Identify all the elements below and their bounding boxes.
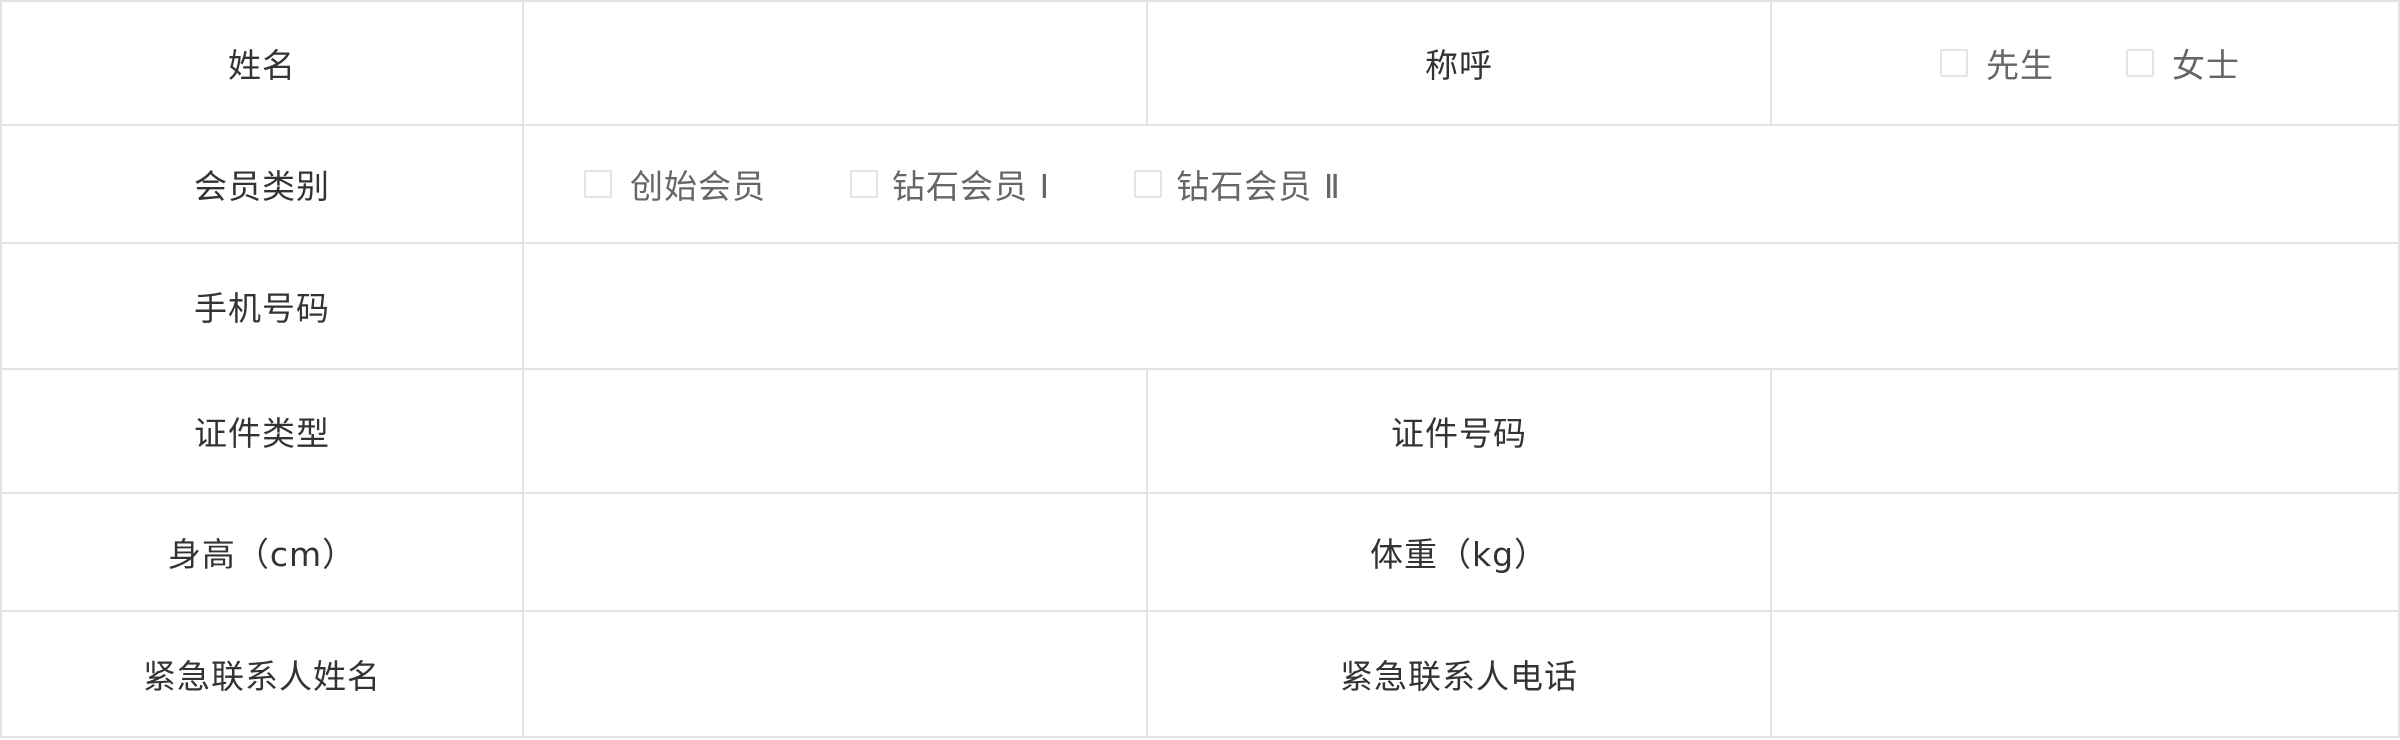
emergency-name-label: 紧急联系人姓名 [0, 612, 524, 738]
member-type-label-text: 会员类别 [194, 167, 330, 206]
weight-field-cell [1772, 494, 2400, 612]
form-row-name: 姓名 称呼 先生 女士 [0, 0, 2400, 126]
emergency-phone-label-text: 紧急联系人电话 [1340, 657, 1578, 696]
name-label: 姓名 [0, 0, 524, 126]
id-type-label-text: 证件类型 [194, 414, 330, 453]
weight-input[interactable] [1772, 494, 2398, 610]
checkbox-mr[interactable] [1940, 49, 1968, 77]
height-input[interactable] [524, 494, 1146, 610]
member-option-diamond-1[interactable]: 钻石会员 Ⅰ [850, 160, 1050, 208]
emergency-name-label-text: 紧急联系人姓名 [143, 657, 381, 696]
title-label-text: 称呼 [1425, 46, 1493, 85]
phone-input[interactable] [524, 244, 2398, 368]
title-options-cell: 先生 女士 [1772, 0, 2400, 126]
form-row-member-type: 会员类别 创始会员 钻石会员 Ⅰ 钻石会员 Ⅱ [0, 126, 2400, 244]
emergency-phone-input[interactable] [1772, 612, 2398, 736]
member-type-label: 会员类别 [0, 126, 524, 244]
member-option-founding[interactable]: 创始会员 [584, 160, 766, 208]
weight-label: 体重（kg） [1148, 494, 1772, 612]
height-label: 身高（cm） [0, 494, 524, 612]
option-label-diamond-2: 钻石会员 Ⅱ [1176, 167, 1341, 206]
id-number-label-text: 证件号码 [1391, 414, 1527, 453]
emergency-name-input[interactable] [524, 612, 1146, 736]
name-label-text: 姓名 [228, 46, 296, 85]
member-type-checkbox-group: 创始会员 钻石会员 Ⅰ 钻石会员 Ⅱ [584, 160, 1341, 208]
checkbox-diamond-member-2[interactable] [1134, 170, 1163, 198]
height-field-cell [524, 494, 1148, 612]
name-field-cell [524, 0, 1148, 126]
checkbox-diamond-member-1[interactable] [850, 170, 878, 198]
title-label: 称呼 [1148, 0, 1772, 126]
title-option-ms[interactable]: 女士 [2126, 39, 2240, 87]
option-label-mr: 先生 [1986, 46, 2054, 85]
id-type-label: 证件类型 [0, 370, 524, 494]
member-registration-form: 姓名 称呼 先生 女士 会员类别 创始会员 钻石会员 Ⅰ 钻石会员 Ⅱ 手机号码… [0, 0, 2400, 740]
option-label-diamond-1: 钻石会员 Ⅰ [892, 167, 1051, 206]
emergency-name-field-cell [524, 612, 1148, 738]
form-row-emergency: 紧急联系人姓名 紧急联系人电话 [0, 612, 2400, 738]
height-label-text: 身高（cm） [167, 535, 357, 574]
weight-label-text: 体重（kg） [1369, 535, 1549, 574]
title-option-mr[interactable]: 先生 [1940, 39, 2054, 87]
id-type-input[interactable] [524, 370, 1146, 492]
id-number-label: 证件号码 [1148, 370, 1772, 494]
title-checkbox-group: 先生 女士 [1940, 39, 2240, 87]
emergency-phone-field-cell [1772, 612, 2400, 738]
checkbox-founding-member[interactable] [584, 170, 612, 198]
phone-label-text: 手机号码 [194, 289, 330, 328]
option-label-founding: 创始会员 [630, 167, 766, 206]
phone-label: 手机号码 [0, 244, 524, 370]
name-input[interactable] [524, 2, 1146, 124]
id-type-field-cell [524, 370, 1148, 494]
option-label-ms: 女士 [2172, 46, 2240, 85]
form-row-phone: 手机号码 [0, 244, 2400, 370]
id-number-field-cell [1772, 370, 2400, 494]
form-row-body: 身高（cm） 体重（kg） [0, 494, 2400, 612]
phone-field-cell [524, 244, 2400, 370]
id-number-input[interactable] [1772, 370, 2398, 492]
member-type-options-cell: 创始会员 钻石会员 Ⅰ 钻石会员 Ⅱ [524, 126, 2400, 244]
emergency-phone-label: 紧急联系人电话 [1148, 612, 1772, 738]
member-option-diamond-2[interactable]: 钻石会员 Ⅱ [1134, 160, 1341, 208]
checkbox-ms[interactable] [2126, 49, 2154, 77]
form-row-id: 证件类型 证件号码 [0, 370, 2400, 494]
